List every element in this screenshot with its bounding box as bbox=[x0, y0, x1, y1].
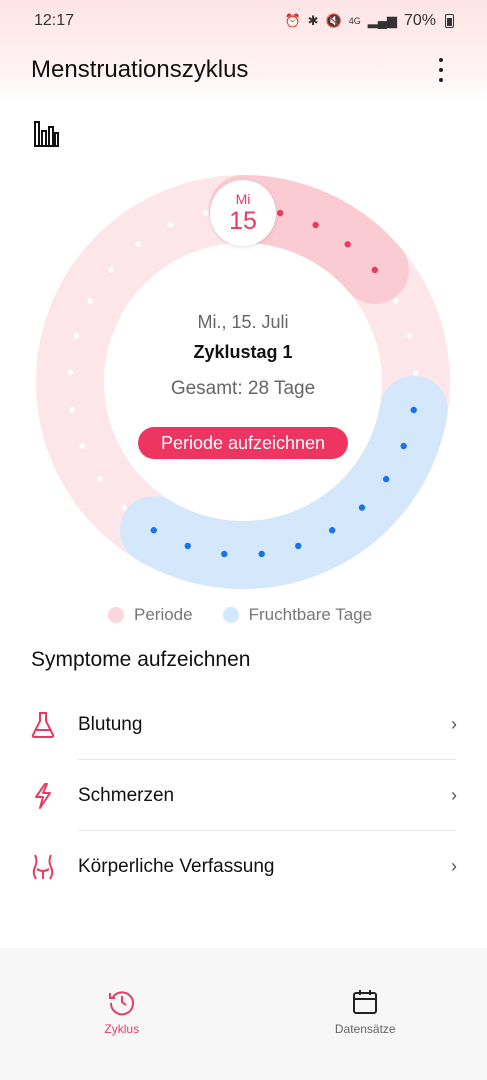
record-period-button[interactable]: Periode aufzeichnen bbox=[138, 427, 348, 459]
cycle-summary: Mi., 15. Juli Zyklustag 1 Gesamt: 28 Tag… bbox=[123, 312, 363, 404]
network-type-icon: 4G bbox=[348, 16, 361, 26]
cycle-day: Zyklustag 1 bbox=[193, 342, 293, 362]
symptoms-title: Symptome aufzeichnen bbox=[31, 648, 251, 671]
period-day-dot bbox=[276, 209, 284, 217]
symptom-condition-label: Körperliche Verfassung bbox=[78, 855, 275, 877]
history-icon bbox=[108, 991, 134, 1016]
cycle-day-dot bbox=[87, 298, 93, 304]
status-icons: ⏰ ✱ 🔇 4G ▂▄▆ 70% bbox=[284, 12, 454, 30]
cycle-day-dot bbox=[97, 476, 103, 482]
selected-day-number: 15 bbox=[229, 207, 257, 235]
period-day-dot bbox=[371, 266, 379, 274]
lightning-icon bbox=[35, 783, 51, 809]
fertile-day-dot bbox=[400, 442, 407, 450]
chevron-right-icon: › bbox=[451, 714, 457, 734]
symptom-condition[interactable]: Körperliche Verfassung › bbox=[0, 831, 487, 902]
bar-chart-icon[interactable] bbox=[31, 118, 61, 148]
cycle-day-dot bbox=[108, 267, 114, 273]
cycle-wheel[interactable]: Mi 15 Mi., 15. Juli Zyklustag 1 Gesamt: … bbox=[35, 174, 451, 590]
legend-fertile-swatch bbox=[222, 607, 239, 623]
status-bar: 12:17 ⏰ ✱ 🔇 4G ▂▄▆ 70% bbox=[0, 0, 487, 42]
legend-period-swatch bbox=[108, 607, 124, 623]
bluetooth-icon: ✱ bbox=[307, 13, 319, 28]
legend-period: Periode bbox=[108, 605, 193, 625]
nav-cycle-label: Zyklus bbox=[104, 1022, 140, 1036]
legend-period-label: Periode bbox=[134, 605, 193, 624]
cycle-day-dot bbox=[203, 210, 209, 216]
symptom-list: Blutung › Schmerzen › Körperliche Verfas… bbox=[0, 689, 487, 902]
cycle-day-dot bbox=[73, 332, 80, 339]
nav-records[interactable]: Datensätze bbox=[244, 948, 487, 1080]
fertile-day-dot bbox=[358, 504, 366, 511]
period-day-dot bbox=[312, 221, 319, 229]
status-time: 12:17 bbox=[34, 12, 75, 29]
page-title: Menstruationszyklus bbox=[31, 56, 249, 83]
fertile-day-dot bbox=[328, 527, 336, 534]
cycle-legend: Periode Fruchtbare Tage bbox=[108, 605, 402, 625]
bottom-navigation: Zyklus Datensätze bbox=[0, 948, 487, 1080]
app-bar: Menstruationszyklus bbox=[0, 48, 487, 92]
cycle-day-dot bbox=[167, 222, 174, 228]
nav-cycle[interactable]: Zyklus bbox=[0, 948, 244, 1080]
selected-weekday: Mi bbox=[235, 191, 251, 207]
body-icon bbox=[32, 854, 54, 880]
mute-icon: 🔇 bbox=[325, 13, 342, 28]
legend-fertile: Fruchtbare Tage bbox=[222, 605, 373, 625]
alarm-icon: ⏰ bbox=[284, 13, 301, 28]
symptom-bleeding-label: Blutung bbox=[78, 713, 143, 735]
fertile-day-dot bbox=[295, 542, 302, 550]
cycle-day-dot bbox=[406, 332, 413, 339]
cycle-day-dot bbox=[393, 298, 399, 304]
cycle-day-dot bbox=[121, 504, 127, 511]
period-day-dot bbox=[344, 241, 351, 248]
cycle-total: Gesamt: 28 Tage bbox=[170, 378, 316, 399]
fertile-day-dot bbox=[221, 550, 228, 558]
cycle-day-dot bbox=[79, 443, 86, 449]
nav-records-label: Datensätze bbox=[334, 1022, 396, 1036]
fertile-day-dot bbox=[150, 527, 158, 534]
cycle-day-dot bbox=[69, 407, 76, 413]
flask-icon bbox=[31, 712, 55, 738]
fertile-day-dot bbox=[184, 542, 191, 550]
cycle-day-dot bbox=[135, 241, 142, 248]
chevron-right-icon: › bbox=[451, 785, 457, 805]
battery-icon bbox=[445, 14, 454, 28]
symptom-pain-label: Schmerzen bbox=[78, 784, 175, 806]
selected-day-marker[interactable]: Mi 15 bbox=[210, 180, 276, 246]
symptom-bleeding[interactable]: Blutung › bbox=[0, 689, 487, 760]
chevron-right-icon: › bbox=[451, 856, 457, 876]
calendar-icon bbox=[353, 990, 378, 1014]
symptom-pain[interactable]: Schmerzen › bbox=[0, 760, 487, 831]
legend-fertile-label: Fruchtbare Tage bbox=[248, 605, 373, 624]
signal-icon: ▂▄▆ bbox=[367, 13, 397, 28]
more-options-icon[interactable] bbox=[435, 54, 447, 86]
fertile-day-dot bbox=[258, 550, 265, 558]
cycle-day-dot bbox=[67, 369, 74, 376]
current-date: Mi., 15. Juli bbox=[197, 312, 289, 332]
fertile-day-dot bbox=[382, 475, 390, 483]
cycle-day-dot bbox=[412, 369, 419, 376]
battery-percent: 70% bbox=[403, 12, 436, 29]
fertile-day-dot bbox=[410, 406, 417, 414]
